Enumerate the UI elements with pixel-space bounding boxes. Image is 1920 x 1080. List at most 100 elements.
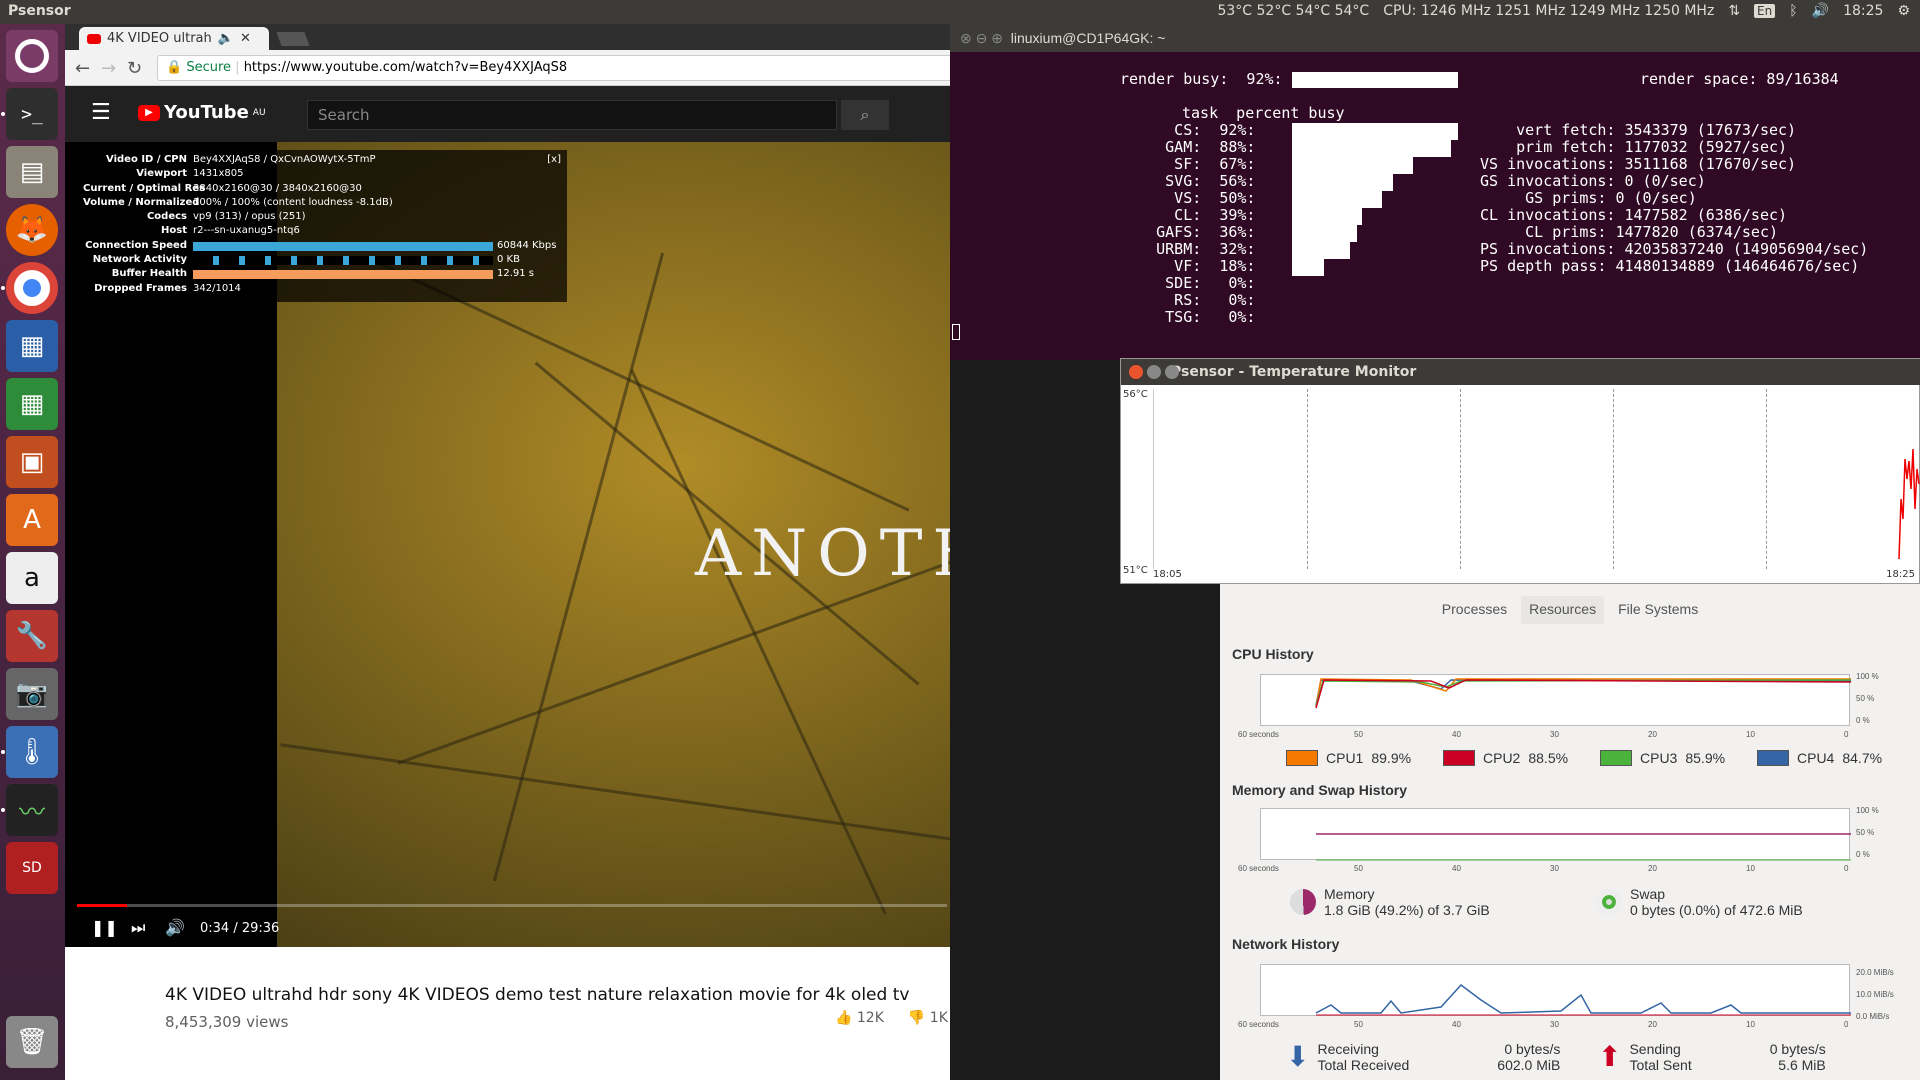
x-tick: 50 bbox=[1354, 864, 1363, 873]
psensor-launcher[interactable]: 🌡 bbox=[6, 726, 58, 778]
terminal-launcher[interactable]: >_ bbox=[6, 88, 58, 140]
cpu-legend-3[interactable]: CPU3 85.9% bbox=[1600, 750, 1725, 766]
x-tick: 40 bbox=[1452, 1020, 1461, 1029]
cpu-legend-1[interactable]: CPU1 89.9% bbox=[1286, 750, 1411, 766]
progress-bar[interactable] bbox=[77, 904, 947, 907]
task-busy-bar bbox=[1292, 157, 1413, 174]
indicator-area: 53°C 52°C 54°C 54°C CPU: 1246 MHz 1251 M… bbox=[1217, 3, 1910, 19]
terminal-titlebar[interactable]: ⊗ ⊖ ⊕ linuxium@CD1P64GK: ~ bbox=[950, 24, 1920, 52]
sd-card-launcher[interactable]: SD bbox=[6, 842, 58, 894]
cpu-color-swatch[interactable] bbox=[1600, 750, 1632, 766]
cpu-color-swatch[interactable] bbox=[1286, 750, 1318, 766]
psensor-titlebar[interactable]: Psensor - Temperature Monitor bbox=[1121, 359, 1920, 385]
browser-tab[interactable]: 4K VIDEO ultrah 🔈 ✕ bbox=[79, 27, 269, 50]
task-row: TSG: 0%: bbox=[1120, 308, 1256, 326]
pipeline-stat: PS invocations: 42035837240 (149056904/s… bbox=[1480, 240, 1869, 258]
reload-icon[interactable]: ↻ bbox=[127, 58, 142, 79]
render-busy-label: render busy: 92%: bbox=[1120, 70, 1283, 88]
network-updown-icon[interactable]: ⇅ bbox=[1728, 3, 1740, 19]
stats-close-button[interactable]: [x] bbox=[547, 154, 561, 165]
close-icon[interactable] bbox=[1129, 365, 1143, 379]
volume-icon[interactable]: 🔊 bbox=[165, 918, 185, 937]
terminal-window[interactable]: ⊗ ⊖ ⊕ linuxium@CD1P64GK: ~ render busy: … bbox=[950, 24, 1920, 360]
trash-launcher[interactable]: 🗑 bbox=[6, 1016, 58, 1068]
bluetooth-icon[interactable]: ᛒ bbox=[1789, 3, 1797, 19]
calc-launcher[interactable]: ▦ bbox=[6, 378, 58, 430]
stats-for-nerds-panel: [x] Video ID / CPN Bey4XXJAqS8 / QxCvnAOW… bbox=[77, 150, 567, 302]
task-busy-bar bbox=[1292, 174, 1393, 191]
y-tick: 20.0 MiB/s bbox=[1856, 968, 1894, 977]
firefox-launcher[interactable]: 🦊 bbox=[6, 204, 58, 256]
minimize-icon[interactable] bbox=[1147, 365, 1161, 379]
cpu-legend-4[interactable]: CPU4 84.7% bbox=[1757, 750, 1882, 766]
cpu-color-swatch[interactable] bbox=[1757, 750, 1789, 766]
like-button[interactable]: 👍 12K bbox=[835, 1010, 884, 1026]
x-tick: 10 bbox=[1746, 1020, 1755, 1029]
terminal-icon: >_ bbox=[21, 103, 43, 125]
clock[interactable]: 18:25 bbox=[1843, 3, 1883, 19]
y-tick: 0 % bbox=[1856, 716, 1870, 725]
top-panel: Psensor 53°C 52°C 54°C 54°C CPU: 1246 MH… bbox=[0, 0, 1920, 24]
video-player[interactable]: ANOTHER W [x] Video ID / CPNBey4XXJAqS8 … bbox=[65, 142, 950, 947]
sd-card-icon: SD bbox=[22, 860, 42, 876]
hamburger-menu-icon[interactable]: ☰ bbox=[91, 100, 111, 125]
task-row: VS: 50%: bbox=[1120, 189, 1256, 207]
x-end-label: 18:25 bbox=[1886, 569, 1915, 580]
youtube-logo[interactable]: ▶ YouTube AU bbox=[138, 102, 266, 123]
maximize-icon[interactable] bbox=[1165, 365, 1179, 379]
software-bag-icon: A bbox=[23, 505, 41, 535]
search-icon[interactable]: ⌕ bbox=[841, 100, 889, 130]
close-icon[interactable]: ⊗ bbox=[960, 30, 972, 46]
x-tick: 60 seconds bbox=[1238, 864, 1279, 873]
x-tick: 20 bbox=[1648, 730, 1657, 739]
impress-launcher[interactable]: ▣ bbox=[6, 436, 58, 488]
new-tab-button[interactable] bbox=[276, 32, 310, 46]
chrome-launcher[interactable] bbox=[6, 262, 58, 314]
video-info: 4K VIDEO ultrahd hdr sony 4K VIDEOS demo… bbox=[65, 947, 950, 1080]
tab-title: 4K VIDEO ultrah bbox=[107, 31, 212, 46]
next-icon[interactable]: ⏭ bbox=[131, 918, 145, 938]
camera-launcher[interactable]: 📷 bbox=[6, 668, 58, 720]
cpu-legend-2[interactable]: CPU2 88.5% bbox=[1443, 750, 1568, 766]
forward-arrow-icon[interactable]: → bbox=[101, 58, 116, 79]
system-monitor-launcher[interactable]: 〰 bbox=[6, 784, 58, 836]
youtube-search-input[interactable]: Search bbox=[307, 100, 837, 130]
address-bar[interactable]: 🔒 Secure | https://www.youtube.com/watch… bbox=[157, 55, 950, 81]
memory-history-graph bbox=[1260, 808, 1851, 861]
temperature-chart bbox=[1153, 389, 1920, 569]
youtube-favicon-icon bbox=[87, 33, 101, 44]
cpu-history-title: CPU History bbox=[1232, 646, 1314, 662]
amazon-launcher[interactable]: a bbox=[6, 552, 58, 604]
tab-close-icon[interactable]: ✕ bbox=[240, 31, 251, 46]
task-row: RS: 0%: bbox=[1120, 291, 1256, 309]
writer-launcher[interactable]: ▦ bbox=[6, 320, 58, 372]
settings-launcher[interactable]: 🔧 bbox=[6, 610, 58, 662]
software-center-launcher[interactable]: A bbox=[6, 494, 58, 546]
keyboard-layout-indicator[interactable]: En bbox=[1754, 4, 1776, 18]
power-gear-icon[interactable]: ⚙ bbox=[1897, 3, 1910, 19]
minimize-icon[interactable]: ⊖ bbox=[976, 30, 988, 46]
volume-icon[interactable]: 🔊 bbox=[1812, 3, 1829, 19]
firefox-icon: 🦊 bbox=[15, 215, 49, 245]
cpu-history-graph bbox=[1260, 674, 1851, 726]
tab-resources[interactable]: Resources bbox=[1521, 596, 1605, 624]
dash-button[interactable] bbox=[6, 30, 58, 82]
secure-label: Secure bbox=[186, 60, 232, 75]
tab-processes[interactable]: Processes bbox=[1434, 596, 1515, 624]
dislike-button[interactable]: 👎 1K bbox=[908, 1010, 948, 1026]
temperature-indicator[interactable]: 53°C 52°C 54°C 54°C bbox=[1217, 3, 1369, 19]
x-tick: 30 bbox=[1550, 730, 1559, 739]
cpu-color-swatch[interactable] bbox=[1443, 750, 1475, 766]
back-arrow-icon[interactable]: ← bbox=[75, 58, 90, 79]
stats-row: Host r2---sn-uxanug5-ntq6 bbox=[161, 225, 300, 237]
thermometer-icon: 🌡 bbox=[15, 737, 49, 767]
psensor-window[interactable]: Psensor - Temperature Monitor 56°C 51°C … bbox=[1120, 358, 1920, 584]
tab-file-systems[interactable]: File Systems bbox=[1610, 596, 1706, 624]
stats-bar bbox=[193, 270, 493, 280]
pause-icon[interactable]: ❚❚ bbox=[91, 918, 118, 937]
files-launcher[interactable]: ▤ bbox=[6, 146, 58, 198]
system-monitor-window[interactable]: Processes Resources File Systems CPU His… bbox=[1220, 584, 1920, 1080]
maximize-icon[interactable]: ⊕ bbox=[991, 30, 1003, 46]
sending-legend: ⬆ Sending Total Sent 0 bytes/s 5.6 MiB bbox=[1598, 1040, 1826, 1073]
cpu-freq-indicator[interactable]: CPU: 1246 MHz 1251 MHz 1249 MHz 1250 MHz bbox=[1383, 3, 1714, 19]
